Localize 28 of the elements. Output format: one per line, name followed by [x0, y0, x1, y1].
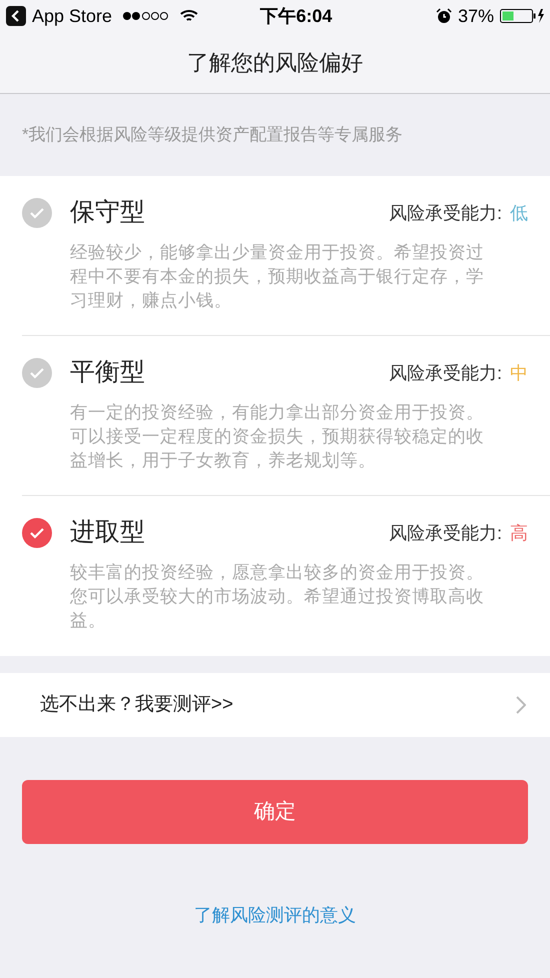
- battery-percent: 37%: [458, 4, 494, 28]
- option-title: 平衡型: [70, 357, 145, 388]
- status-time: 下午6:04: [260, 4, 332, 28]
- wifi-icon: [180, 9, 198, 23]
- option-title: 保守型: [70, 197, 145, 228]
- battery-icon: [500, 8, 544, 24]
- assessment-row[interactable]: 选不出来？我要测评>>: [0, 673, 550, 737]
- page-title: 了解您的风险偏好: [187, 49, 363, 77]
- risk-level: 低: [510, 202, 528, 224]
- risk-capacity-label: 风险承受能力:: [388, 362, 502, 384]
- risk-option-card[interactable]: 保守型 风险承受能力: 低 经验较少，能够拿出少量资金用于投资。希望投资过程中不要有本金的损失，预期收益高于银行定存，学习理财，赚点小钱。: [22, 176, 550, 336]
- alarm-icon: [436, 8, 452, 24]
- risk-level: 高: [510, 522, 528, 544]
- back-icon[interactable]: [6, 6, 26, 26]
- signal-icon: [122, 11, 170, 21]
- risk-level: 中: [510, 362, 528, 384]
- risk-option-card[interactable]: 平衡型 风险承受能力: 中 有一定的投资经验，有能力拿出部分资金用于投资。可以接受一定程度的资金损失，预期获得较稳定的收益增长，用于子女教育，养老规划等。: [22, 336, 550, 496]
- risk-option-card[interactable]: 进取型 风险承受能力: 高 较丰富的投资经验，愿意拿出较多的资金用于投资。您可以承受较大的市场波动。希望通过投资博取高收益。: [22, 496, 550, 656]
- option-description: 较丰富的投资经验，愿意拿出较多的资金用于投资。您可以承受较大的市场波动。希望通过投资博取高收益。: [70, 561, 485, 632]
- option-description: 有一定的投资经验，有能力拿出部分资金用于投资。可以接受一定程度的资金损失，预期获得较稳定的收益增长，用于子女教育，养老规划等。: [70, 401, 485, 472]
- option-description: 经验较少，能够拿出少量资金用于投资。希望投资过程中不要有本金的损失，预期收益高于银行定存，学习理财，赚点小钱。: [70, 241, 485, 312]
- risk-capacity-label: 风险承受能力:: [388, 522, 502, 544]
- service-note: *我们会根据风险等级提供资产配置报告等专属服务: [22, 124, 403, 146]
- risk-capacity-label: 风险承受能力:: [388, 202, 502, 224]
- chevron-right-icon: [516, 696, 526, 714]
- option-title: 进取型: [70, 517, 145, 548]
- assessment-link-text: 选不出来？我要测评>>: [40, 692, 234, 717]
- back-app-label[interactable]: App Store: [32, 2, 112, 30]
